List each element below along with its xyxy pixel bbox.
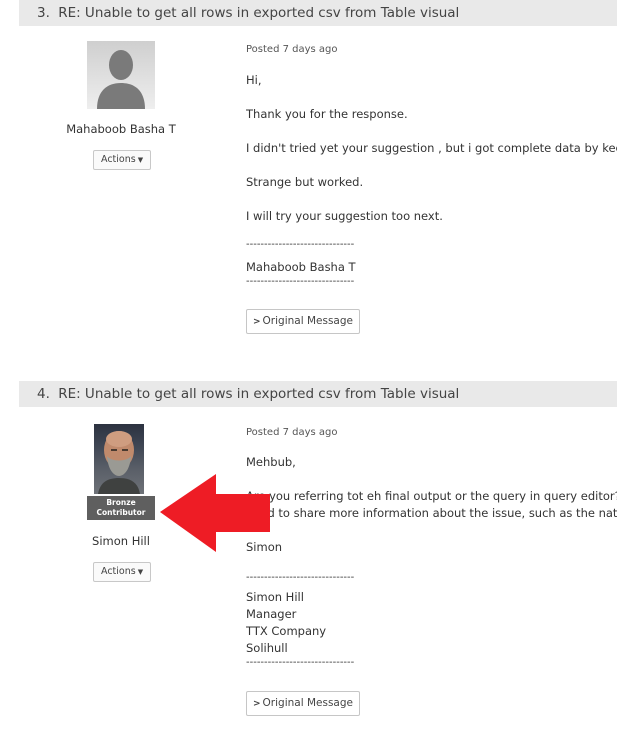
signature-divider: ------------------------------ (246, 572, 355, 583)
signature-title: Manager (246, 607, 297, 621)
signature-name: Simon Hill (246, 590, 304, 604)
actions-button[interactable]: Actions ▼ (93, 150, 152, 170)
original-message-label: Original Message (262, 315, 353, 327)
post-number: 4. (37, 386, 50, 402)
signature-divider: ------------------------------ (246, 239, 355, 250)
red-left-arrow-icon (160, 474, 270, 552)
original-message-label: Original Message (262, 697, 353, 709)
original-message-button[interactable]: > Original Message (246, 309, 360, 334)
badge-line: Bronze (106, 498, 136, 507)
caret-down-icon: ▼ (137, 156, 144, 164)
post-title[interactable]: RE: Unable to get all rows in exported c… (58, 386, 459, 402)
post-4-body: Posted 7 days ago Mehbub, Are you referr… (246, 422, 617, 684)
signature-divider: ------------------------------ (246, 276, 355, 287)
actions-label: Actions (101, 154, 136, 165)
body-line: I will try your suggestion too next. (246, 209, 443, 223)
avatar[interactable] (87, 41, 155, 109)
signature-divider: ------------------------------ (246, 657, 355, 668)
body-line: I didn't tried yet your suggestion , but… (246, 141, 617, 155)
actions-label: Actions (101, 566, 136, 577)
body-line: Thank you for the response. (246, 107, 408, 121)
signature-name: Mahaboob Basha T (246, 260, 356, 274)
posted-date: Posted 7 days ago (246, 427, 338, 438)
post-number: 3. (37, 5, 50, 21)
post-3-header: 3. RE: Unable to get all rows in exporte… (19, 0, 617, 26)
badge-line: Contributor (96, 508, 146, 517)
body-line: Mehbub, (246, 455, 296, 469)
body-line: Hi, (246, 73, 262, 87)
chevron-right-icon: > (253, 699, 261, 709)
avatar[interactable] (94, 424, 144, 494)
caret-down-icon: ▼ (137, 568, 144, 576)
chevron-right-icon: > (253, 317, 261, 327)
post-title[interactable]: RE: Unable to get all rows in exported c… (58, 5, 459, 21)
author-name[interactable]: Mahaboob Basha T (31, 122, 211, 136)
body-line: Are you referring tot eh final output or… (246, 489, 617, 503)
original-message-button[interactable]: > Original Message (246, 691, 360, 716)
signature-company: TTX Company (246, 624, 327, 638)
user-photo-icon (98, 431, 140, 494)
user-silhouette-icon (97, 50, 145, 109)
rank-badge: Bronze Contributor (87, 496, 155, 520)
actions-button[interactable]: Actions ▼ (93, 562, 152, 582)
post-3-body: Posted 7 days ago Hi, Thank you for the … (246, 40, 617, 300)
body-line: Strange but worked. (246, 175, 364, 189)
posted-date: Posted 7 days ago (246, 44, 338, 55)
signature-location: Solihull (246, 641, 288, 655)
post-4-header: 4. RE: Unable to get all rows in exporte… (19, 381, 617, 407)
body-line: need to share more information about the… (246, 506, 617, 520)
